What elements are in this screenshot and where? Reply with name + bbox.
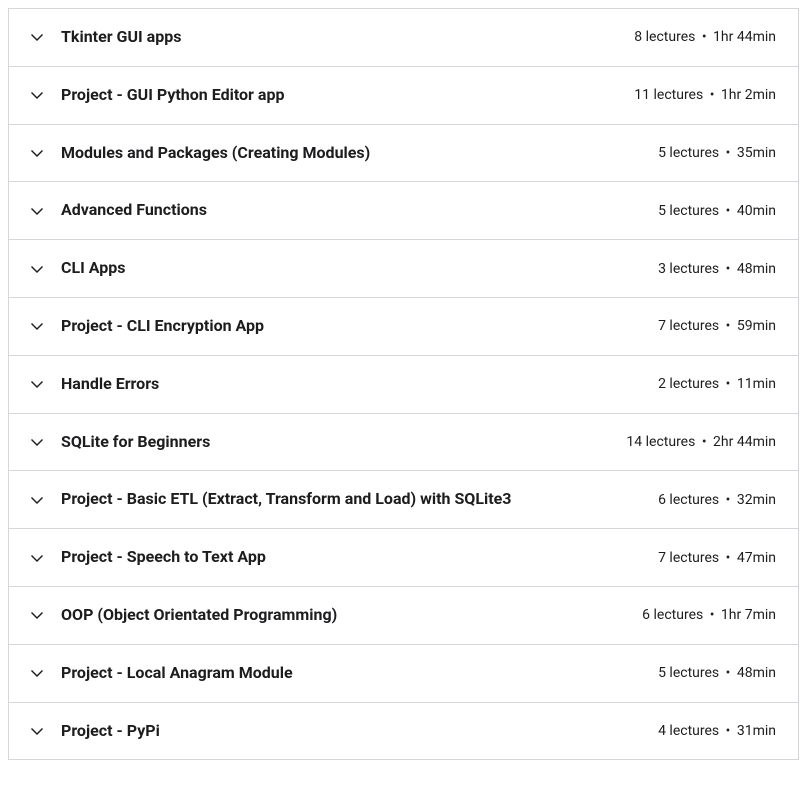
section-meta: 6 lectures • 1hr 7min [642, 607, 776, 623]
section-lectures: 2 lectures [658, 376, 719, 392]
section-row[interactable]: Project - Basic ETL (Extract, Transform … [8, 470, 799, 529]
chevron-down-icon [31, 89, 43, 101]
section-title: Project - PyPi [61, 721, 658, 742]
section-lectures: 7 lectures [658, 550, 719, 566]
meta-separator: • [726, 665, 731, 681]
section-duration: 59min [737, 318, 776, 334]
section-lectures: 8 lectures [634, 29, 695, 45]
section-row[interactable]: Handle Errors 2 lectures • 11min [8, 355, 799, 414]
section-lectures: 11 lectures [634, 87, 703, 103]
chevron-down-icon [31, 31, 43, 43]
section-row[interactable]: Tkinter GUI apps 8 lectures • 1hr 44min [8, 8, 799, 67]
meta-separator: • [726, 723, 731, 739]
section-title: OOP (Object Orientated Programming) [61, 605, 642, 626]
meta-separator: • [702, 434, 707, 450]
section-duration: 1hr 7min [721, 607, 776, 623]
section-row[interactable]: Advanced Functions 5 lectures • 40min [8, 181, 799, 240]
section-duration: 48min [737, 665, 776, 681]
section-lectures: 4 lectures [658, 723, 719, 739]
section-duration: 1hr 44min [713, 29, 776, 45]
course-section-list: Tkinter GUI apps 8 lectures • 1hr 44min … [8, 8, 799, 760]
section-meta: 7 lectures • 47min [658, 550, 776, 566]
section-meta: 5 lectures • 40min [658, 203, 776, 219]
chevron-down-icon [31, 494, 43, 506]
chevron-down-icon [31, 205, 43, 217]
section-title: Project - CLI Encryption App [61, 316, 658, 337]
section-title: Project - GUI Python Editor app [61, 85, 634, 106]
section-meta: 4 lectures • 31min [658, 723, 776, 739]
section-title: Modules and Packages (Creating Modules) [61, 143, 658, 164]
section-row[interactable]: Project - Speech to Text App 7 lectures … [8, 528, 799, 587]
section-duration: 48min [737, 261, 776, 277]
section-duration: 31min [737, 723, 776, 739]
section-row[interactable]: Modules and Packages (Creating Modules) … [8, 124, 799, 183]
section-lectures: 3 lectures [658, 261, 719, 277]
section-row[interactable]: Project - GUI Python Editor app 11 lectu… [8, 66, 799, 125]
section-duration: 2hr 44min [713, 434, 776, 450]
meta-separator: • [726, 318, 731, 334]
section-row[interactable]: Project - CLI Encryption App 7 lectures … [8, 297, 799, 356]
section-title: Project - Speech to Text App [61, 547, 658, 568]
meta-separator: • [710, 87, 715, 103]
section-title: Advanced Functions [61, 200, 658, 221]
section-meta: 5 lectures • 35min [658, 145, 776, 161]
section-duration: 47min [737, 550, 776, 566]
section-duration: 11min [737, 376, 776, 392]
section-duration: 40min [737, 203, 776, 219]
meta-separator: • [726, 261, 731, 277]
section-meta: 5 lectures • 48min [658, 665, 776, 681]
section-lectures: 14 lectures [626, 434, 695, 450]
meta-separator: • [726, 203, 731, 219]
section-duration: 35min [737, 145, 776, 161]
chevron-down-icon [31, 667, 43, 679]
section-title: Tkinter GUI apps [61, 27, 634, 48]
section-lectures: 5 lectures [658, 145, 719, 161]
section-meta: 8 lectures • 1hr 44min [634, 29, 776, 45]
chevron-down-icon [31, 263, 43, 275]
section-duration: 1hr 2min [721, 87, 776, 103]
section-lectures: 6 lectures [642, 607, 703, 623]
meta-separator: • [702, 29, 707, 45]
chevron-down-icon [31, 378, 43, 390]
section-row[interactable]: OOP (Object Orientated Programming) 6 le… [8, 586, 799, 645]
chevron-down-icon [31, 147, 43, 159]
meta-separator: • [710, 607, 715, 623]
section-title: Handle Errors [61, 374, 658, 395]
section-lectures: 7 lectures [658, 318, 719, 334]
section-meta: 11 lectures • 1hr 2min [634, 87, 776, 103]
section-lectures: 6 lectures [658, 492, 719, 508]
section-title: SQLite for Beginners [61, 432, 626, 453]
chevron-down-icon [31, 320, 43, 332]
section-row[interactable]: Project - PyPi 4 lectures • 31min [8, 702, 799, 761]
section-meta: 6 lectures • 32min [658, 492, 776, 508]
section-title: Project - Basic ETL (Extract, Transform … [61, 489, 658, 510]
section-meta: 3 lectures • 48min [658, 261, 776, 277]
chevron-down-icon [31, 436, 43, 448]
chevron-down-icon [31, 725, 43, 737]
section-meta: 7 lectures • 59min [658, 318, 776, 334]
section-lectures: 5 lectures [658, 203, 719, 219]
chevron-down-icon [31, 609, 43, 621]
section-title: Project - Local Anagram Module [61, 663, 658, 684]
section-row[interactable]: Project - Local Anagram Module 5 lecture… [8, 644, 799, 703]
section-meta: 2 lectures • 11min [658, 376, 776, 392]
meta-separator: • [726, 550, 731, 566]
meta-separator: • [726, 376, 731, 392]
section-title: CLI Apps [61, 258, 658, 279]
section-lectures: 5 lectures [658, 665, 719, 681]
meta-separator: • [726, 145, 731, 161]
section-duration: 32min [737, 492, 776, 508]
section-row[interactable]: SQLite for Beginners 14 lectures • 2hr 4… [8, 413, 799, 472]
meta-separator: • [726, 492, 731, 508]
chevron-down-icon [31, 552, 43, 564]
section-meta: 14 lectures • 2hr 44min [626, 434, 776, 450]
section-row[interactable]: CLI Apps 3 lectures • 48min [8, 239, 799, 298]
